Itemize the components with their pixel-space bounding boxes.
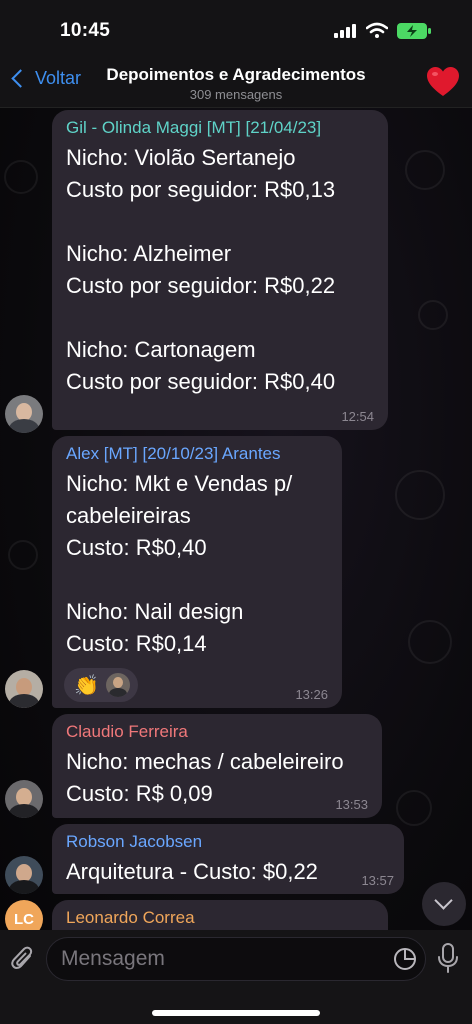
message-time: 12:54 [341,409,374,424]
avatar[interactable] [5,670,43,708]
wallpaper-doodle [418,300,448,330]
scroll-down-button[interactable] [422,882,466,926]
battery-icon [397,23,431,39]
message-bubble[interactable]: Robson Jacobsen Arquitetura - Custo: $0,… [52,824,404,894]
message-sender[interactable]: Leonardo Correa [66,908,374,928]
status-time: 10:45 [60,20,111,41]
message-input[interactable] [46,937,426,981]
message-time: 13:57 [361,873,394,888]
wifi-icon [366,22,388,38]
message-bubble[interactable]: Gil - Olinda Maggi [MT] [21/04/23] Nicho… [52,110,388,430]
cellular-signal-icon [334,24,356,38]
message-input-bar [0,930,472,1024]
heart-icon[interactable] [426,66,460,98]
avatar[interactable] [5,395,43,433]
sticker-icon[interactable] [393,947,417,971]
home-indicator [152,1010,320,1016]
avatar[interactable] [5,856,43,894]
chat-subtitle: 309 mensagens [189,87,283,102]
wallpaper-doodle [4,160,38,194]
microphone-icon[interactable] [436,942,460,974]
chat-screen: 10:45 Voltar Depoimentos e Agradecimento… [0,0,472,1024]
message-text: Arquitetura - Custo: $0,22 [66,859,318,884]
reaction-pill[interactable]: 👏 [64,668,138,702]
message-sender[interactable]: Gil - Olinda Maggi [MT] [21/04/23] [66,118,374,138]
chat-header: Voltar Depoimentos e Agradecimentos 309 … [0,56,472,108]
avatar-initials-text: LC [14,910,34,928]
message-text: Nicho: Mkt e Vendas p/ cabeleireiras Cus… [66,471,293,656]
status-bar: 10:45 [0,0,472,56]
message-time: 13:26 [295,687,328,702]
clapping-hands-icon: 👏 [74,675,99,697]
wallpaper-doodle [405,150,445,190]
wallpaper-doodle [395,470,445,520]
message-sender[interactable]: Alex [MT] [20/10/23] Arantes [66,444,328,464]
message-text: Nicho: mechas / cabeleireiro Custo: R$ 0… [66,749,344,806]
paperclip-icon[interactable] [10,944,36,974]
chat-title[interactable]: Depoimentos e Agradecimentos [0,65,472,85]
avatar[interactable] [5,780,43,818]
wallpaper-doodle [408,620,452,664]
message-bubble[interactable]: Claudio Ferreira Nicho: mechas / cabelei… [52,714,382,818]
message-sender[interactable]: Robson Jacobsen [66,832,390,852]
message-sender[interactable]: Claudio Ferreira [66,722,368,742]
message-time: 13:53 [335,797,368,812]
message-text: Nicho: Violão Sertanejo Custo por seguid… [66,145,336,394]
wallpaper-doodle [8,540,38,570]
reaction-avatar [106,673,130,697]
wallpaper-doodle [396,790,432,826]
chevron-down-icon [434,891,453,910]
